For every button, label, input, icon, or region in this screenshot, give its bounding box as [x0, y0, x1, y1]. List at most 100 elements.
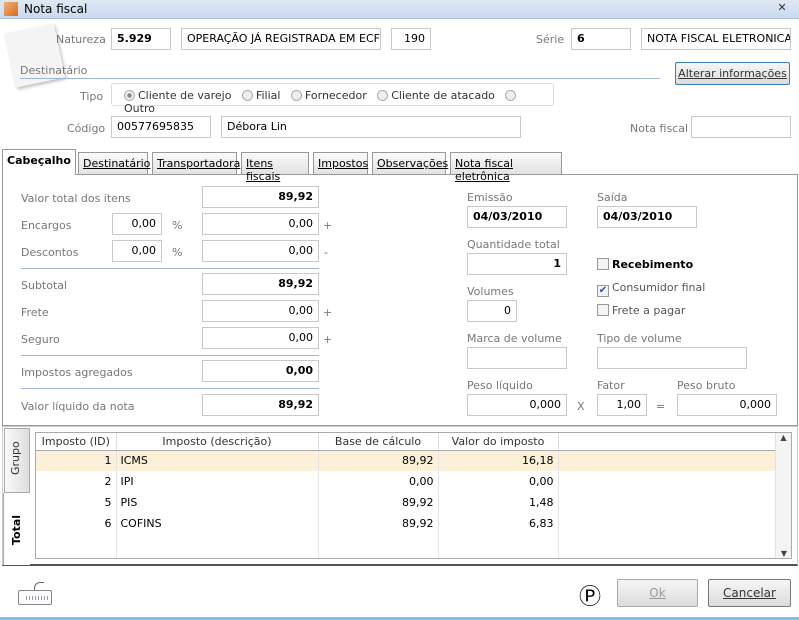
tipo-volume-label: Tipo de volume	[597, 332, 682, 345]
peso-bruto-field[interactable]: 0,000	[677, 394, 777, 416]
quantidade-field[interactable]: 1	[467, 253, 567, 275]
table-cell: 5	[36, 492, 117, 513]
table-row[interactable]: 5 PIS 89,92 1,48	[36, 492, 776, 513]
column-header-descricao[interactable]: Imposto (descrição)	[116, 433, 319, 451]
encargos-pct-field[interactable]: 0,00	[112, 213, 162, 235]
table-cell: ICMS	[116, 450, 319, 471]
serie-field[interactable]: 6	[571, 28, 631, 50]
table-cell: PIS	[116, 492, 319, 513]
title-bar: Nota fiscal ✕	[0, 0, 799, 19]
quantidade-label: Quantidade total	[467, 238, 560, 251]
saida-label: Saída	[597, 191, 628, 204]
frete-field[interactable]: 0,00	[202, 300, 319, 322]
table-row[interactable]: 1 ICMS 89,92 16,18	[36, 450, 776, 471]
plus-symbol: +	[323, 333, 333, 346]
tab-nota-fiscal-eletronica[interactable]: Nota fiscal eletrônica	[450, 152, 562, 183]
nome-field[interactable]: Débora Lin	[221, 116, 521, 138]
table-cell: 89,92	[318, 450, 439, 471]
valor-total-field[interactable]: 89,92	[202, 186, 319, 208]
marca-volume-field[interactable]	[467, 347, 567, 369]
radio-fornecedor[interactable]: Fornecedor	[290, 89, 367, 102]
table-cell: 6	[36, 513, 117, 534]
window-title: Nota fiscal	[24, 2, 88, 16]
subtotal-field[interactable]: 89,92	[202, 273, 319, 295]
frete-a-pagar-checkbox[interactable]: Frete a pagar	[597, 304, 685, 317]
column-header-id[interactable]: Imposto (ID)	[36, 433, 117, 451]
encargos-label: Encargos	[21, 219, 72, 232]
consumidor-final-checkbox[interactable]: ✔ Consumidor final	[597, 281, 705, 297]
tab-cabecalho[interactable]: Cabeçalho	[2, 149, 76, 175]
tipo-label: Tipo	[80, 90, 104, 103]
codigo-label: Código	[67, 122, 106, 135]
fator-label: Fator	[597, 379, 625, 392]
volumes-field[interactable]: 0	[467, 300, 517, 322]
pct-symbol: %	[172, 246, 183, 259]
impostos-agregados-field[interactable]: 0,00	[202, 360, 319, 382]
side-tab-grupo[interactable]: Grupo	[4, 428, 30, 493]
scrollbar[interactable]: ▲ ▼	[775, 433, 791, 558]
ok-button[interactable]: Ok	[617, 579, 698, 607]
pct-symbol: %	[172, 219, 183, 232]
peso-liquido-field[interactable]: 0,000	[467, 394, 567, 416]
descontos-value-field[interactable]: 0,00	[202, 240, 319, 262]
subtotal-label: Subtotal	[21, 279, 68, 292]
descontos-label: Descontos	[21, 246, 79, 259]
table-row[interactable]: 6 COFINS 89,92 6,83	[36, 513, 776, 534]
divider	[21, 355, 319, 356]
table-cell: 16,18	[438, 450, 559, 471]
keyboard-icon[interactable]	[18, 582, 52, 608]
frete-label: Frete	[21, 306, 49, 319]
table-cell: 0,00	[438, 471, 559, 492]
column-header-valor[interactable]: Valor do imposto	[438, 433, 559, 451]
recebimento-checkbox[interactable]: Recebimento	[597, 258, 693, 271]
valor-liquido-field[interactable]: 89,92	[202, 394, 319, 416]
divider	[20, 78, 660, 79]
tipo-volume-field[interactable]	[597, 347, 747, 369]
multiply-symbol: X	[577, 400, 585, 413]
marca-volume-label: Marca de volume	[467, 332, 562, 345]
alterar-informacoes-button[interactable]: Alterar informações	[675, 62, 790, 85]
serie-desc-field[interactable]: NOTA FISCAL ELETRONICA	[641, 28, 791, 50]
seguro-field[interactable]: 0,00	[202, 327, 319, 349]
radio-filial[interactable]: Filial	[241, 89, 280, 102]
nota-fiscal-label: Nota fiscal	[630, 122, 689, 135]
natureza-code-field[interactable]: 5.929	[111, 28, 171, 50]
tab-transportadora[interactable]: Transportadora	[152, 152, 240, 174]
encargos-value-field[interactable]: 0,00	[202, 213, 319, 235]
natureza-desc-field[interactable]: OPERAÇÃO JÁ REGISTRADA EM ECF	[181, 28, 381, 50]
equals-symbol: =	[656, 400, 666, 413]
tipo-radio-group: Cliente de varejo Filial Fornecedor Clie…	[111, 83, 554, 115]
destinatario-section-label: Destinatário	[20, 64, 88, 77]
peso-bruto-label: Peso bruto	[677, 379, 736, 392]
table-row[interactable]: 2 IPI 0,00 0,00	[36, 471, 776, 492]
emissao-label: Emissão	[467, 191, 513, 204]
impostos-table: Imposto (ID) Imposto (descrição) Base de…	[35, 432, 792, 559]
descontos-pct-field[interactable]: 0,00	[112, 240, 162, 262]
valor-liquido-label: Valor líquido da nota	[21, 400, 135, 413]
plus-symbol: +	[323, 219, 333, 232]
peso-liquido-label: Peso líquido	[467, 379, 533, 392]
radio-cliente-atacado[interactable]: Cliente de atacado	[377, 89, 495, 102]
cancelar-button[interactable]: Cancelar	[708, 579, 791, 607]
tab-impostos[interactable]: Impostos	[313, 152, 368, 174]
table-cell: 6,83	[438, 513, 559, 534]
nota-fiscal-field[interactable]	[691, 116, 791, 138]
app-icon	[4, 2, 18, 16]
side-tab-total[interactable]: Total	[3, 493, 30, 565]
table-cell: COFINS	[116, 513, 319, 534]
codigo-field[interactable]: 00577695835	[111, 116, 211, 138]
impostos-agregados-label: Impostos agregados	[21, 366, 133, 379]
fator-field[interactable]: 1,00	[597, 394, 647, 416]
natureza-number-field[interactable]: 190	[391, 28, 431, 50]
emissao-field[interactable]: 04/03/2010	[467, 206, 567, 228]
radio-cliente-varejo[interactable]: Cliente de varejo	[124, 89, 231, 102]
close-button[interactable]: ✕	[771, 1, 793, 16]
tab-itens-fiscais[interactable]: Itens fiscais	[241, 152, 309, 183]
divider	[21, 388, 319, 389]
natureza-label: Natureza	[56, 33, 106, 46]
tab-destinatario[interactable]: Destinatário	[78, 152, 150, 174]
table-cell: 2	[36, 471, 117, 492]
tab-observacoes[interactable]: Observações	[372, 152, 448, 174]
column-header-base[interactable]: Base de cálculo	[318, 433, 439, 451]
saida-field[interactable]: 04/03/2010	[597, 206, 697, 228]
